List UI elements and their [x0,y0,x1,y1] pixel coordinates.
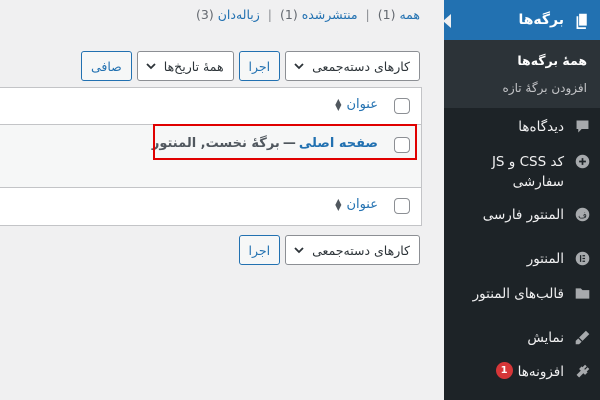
title-dash: — [282,136,296,151]
view-published-link[interactable]: منتشرشده [302,7,358,22]
table-footer-row: عنوان ▲ ▼ [0,188,421,225]
table-row: صفحه اصلی—برگهٔ نخست, المنتور [0,125,421,188]
sidebar-item-label: المنتور فارسی [482,207,564,223]
sidebar-item-label: المنتور [526,251,564,267]
chevron-down-icon [146,63,156,70]
current-menu-arrow [443,14,451,28]
view-all-count: (1) [377,7,396,22]
comments-icon [564,117,600,135]
separator: | [267,7,272,22]
table-header-row: عنوان ▲ ▼ [0,88,421,125]
row-checkbox[interactable] [394,137,410,153]
view-all-link[interactable]: همه [399,7,420,22]
sidebar-item-pages[interactable]: برگه‌ها [443,0,600,40]
elementor-icon [564,249,600,267]
page-title-cell: صفحه اصلی—برگهٔ نخست, المنتور [152,136,378,151]
sidebar-item-custom-css-js[interactable]: کد CSS و JS سفارشی [444,152,600,192]
sidebar-item-label: نمایش [527,330,564,346]
view-trash-link[interactable]: زباله‌دان [218,7,260,22]
sidebar-item-label: برگه‌ها [518,12,564,28]
filter-button[interactable]: صافی [80,51,132,81]
chevron-down-icon [294,247,304,254]
update-count-badge: 1 [495,362,513,379]
submenu-add-new-page[interactable]: افزودن برگهٔ تازه [503,81,587,95]
apply-button-bottom[interactable]: اجرا [238,235,281,265]
title-column-header[interactable]: عنوان ▲ ▼ [335,97,378,112]
dates-filter-label: همهٔ تاریخ‌ها [163,58,224,74]
select-all-checkbox-footer[interactable] [394,198,410,214]
sidebar-item-label: کد CSS و JS سفارشی [491,154,564,190]
svg-text:ف: ف [578,211,587,221]
sidebar-item-plugins[interactable]: افزونه‌ها 1 [444,362,600,382]
bottom-tablenav: کارهای دسته‌جمعی اجرا [238,235,420,265]
top-tablenav: کارهای دسته‌جمعی اجرا همهٔ تاریخ‌ها صافی [80,51,420,81]
plus-circle-icon [564,152,600,170]
title-column-footer[interactable]: عنوان ▲ ▼ [335,197,378,212]
bulk-actions-select[interactable]: کارهای دسته‌جمعی [285,51,420,81]
chevron-down-icon [294,63,304,70]
column-header-label: عنوان [346,197,378,212]
sidebar-item-comments[interactable]: دیدگاه‌ها [444,117,600,137]
pages-table: عنوان ▲ ▼ صفحه اصلی—برگهٔ نخست, المنتور ع… [0,87,422,226]
select-all-checkbox[interactable] [394,98,410,114]
sidebar-item-appearance[interactable]: نمایش [444,328,600,348]
sidebar-item-elementor-farsi[interactable]: ف المنتور فارسی [444,205,600,225]
sidebar-item-elementor-templates[interactable]: قالب‌های المنتور [444,284,600,304]
column-header-label: عنوان [346,97,378,112]
sort-icon: ▲ ▼ [335,196,342,212]
submenu-all-pages[interactable]: همهٔ برگه‌ها [517,53,587,68]
status-filter-links: همه (1) | منتشرشده (1) | زباله‌دان (3) [196,7,420,22]
bulk-actions-label: کارهای دسته‌جمعی [312,58,410,74]
folder-icon [564,284,600,302]
post-state: برگهٔ نخست, المنتور [151,136,280,151]
admin-sidebar: برگه‌ها همهٔ برگه‌ها افزودن برگهٔ تازه د… [443,0,600,400]
pages-submenu: همهٔ برگه‌ها افزودن برگهٔ تازه [444,40,600,108]
sidebar-item-label: قالب‌های المنتور [472,286,564,302]
view-published-count: (1) [279,7,298,22]
bulk-actions-select-bottom[interactable]: کارهای دسته‌جمعی [285,235,420,265]
dates-filter-select[interactable]: همهٔ تاریخ‌ها [136,51,234,81]
sidebar-item-label: دیدگاه‌ها [518,119,564,135]
bulk-actions-label: کارهای دسته‌جمعی [312,242,410,258]
view-trash-count: (3) [196,7,214,22]
sidebar-item-elementor[interactable]: المنتور [444,249,600,269]
sort-icon: ▲ ▼ [335,96,342,112]
appearance-icon [564,328,600,346]
sidebar-item-label: افزونه‌ها [517,364,564,380]
elementor-farsi-icon: ف [564,205,600,223]
pages-icon [564,11,600,29]
apply-button[interactable]: اجرا [238,51,281,81]
page-title-link[interactable]: صفحه اصلی [299,136,378,151]
separator: | [365,7,370,22]
plugins-icon [564,362,600,380]
